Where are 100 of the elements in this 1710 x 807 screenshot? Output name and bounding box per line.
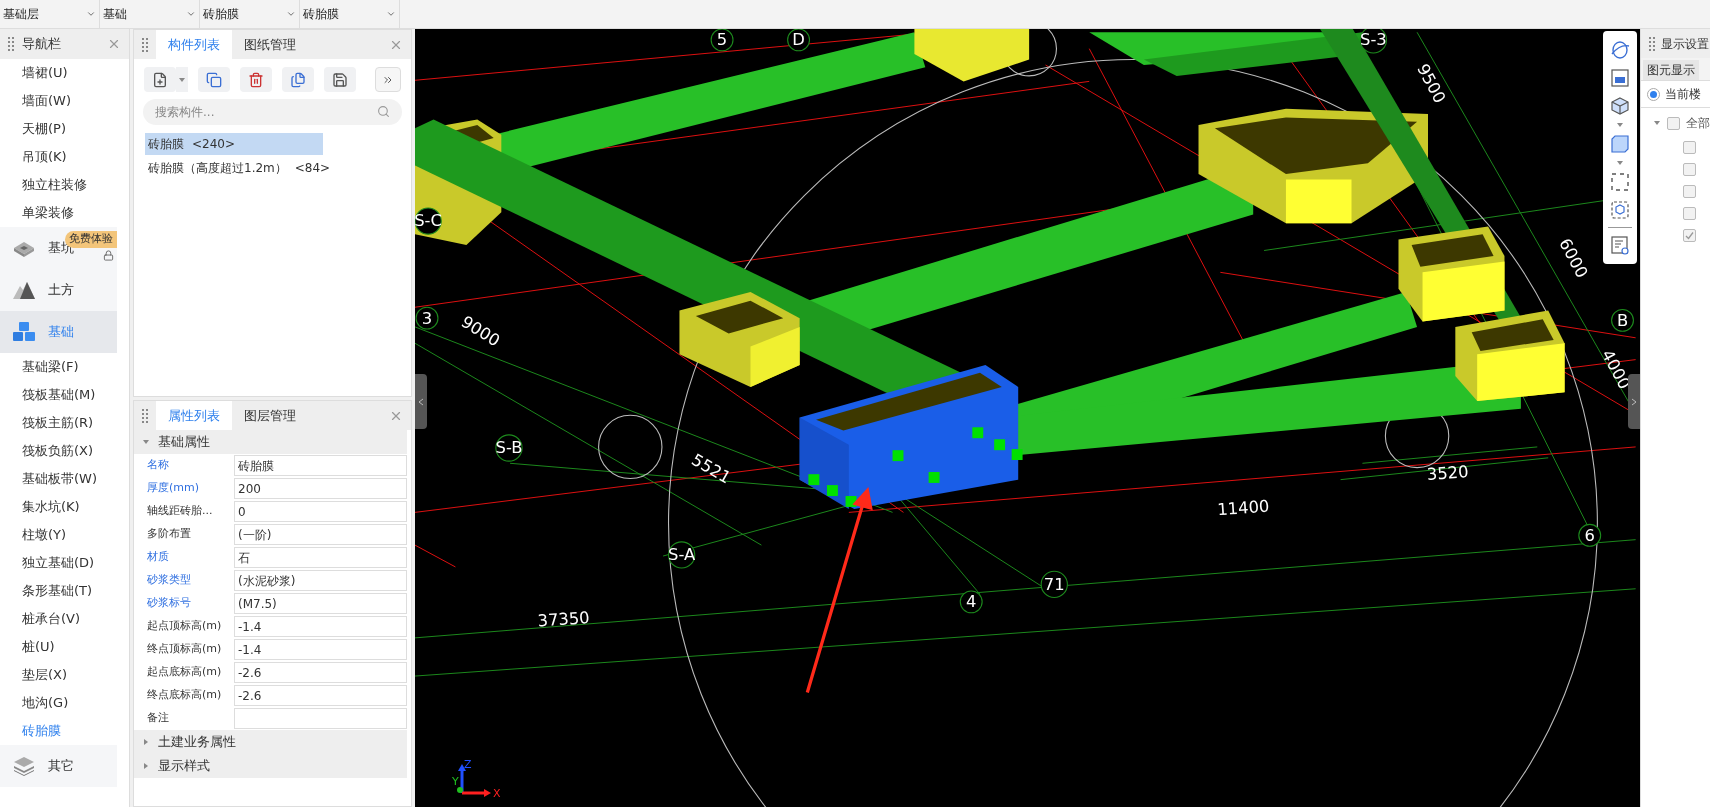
property-value-field[interactable]: (M7.5) bbox=[234, 593, 407, 614]
new-button[interactable] bbox=[144, 67, 176, 92]
property-value-field[interactable]: (水泥砂浆) bbox=[234, 570, 407, 591]
nav-item[interactable]: 独立柱装修 bbox=[0, 171, 129, 199]
panel-tab[interactable]: 属性列表 bbox=[156, 401, 232, 430]
nav-item[interactable]: 地沟(G) bbox=[0, 689, 129, 717]
section-header[interactable]: 土建业务属性 bbox=[134, 730, 407, 754]
save-button[interactable] bbox=[324, 67, 356, 92]
drag-handle-icon[interactable] bbox=[142, 37, 148, 52]
property-label: 轴线距砖胎... bbox=[146, 503, 214, 520]
property-value-field[interactable]: 砖胎膜 bbox=[234, 455, 407, 476]
nav-group-label: 基础 bbox=[48, 323, 74, 342]
checkbox[interactable] bbox=[1683, 141, 1696, 154]
search-field[interactable]: 搜索构件... bbox=[143, 99, 402, 125]
drag-handle-icon[interactable] bbox=[8, 37, 14, 51]
nav-item[interactable]: 筏板负筋(X) bbox=[0, 437, 129, 465]
dropdown-button[interactable] bbox=[176, 67, 188, 92]
caret-icon[interactable] bbox=[1616, 159, 1624, 167]
dimension-label: 6000 bbox=[1555, 235, 1592, 281]
nav-item[interactable]: 集水坑(K) bbox=[0, 493, 129, 521]
caret-icon[interactable] bbox=[142, 438, 150, 446]
nav-item[interactable]: 独立基础(D) bbox=[0, 549, 129, 577]
checkbox[interactable] bbox=[1667, 116, 1680, 130]
component-list-item[interactable]: 砖胎膜 <240> bbox=[145, 133, 323, 155]
checkbox[interactable] bbox=[1683, 163, 1696, 176]
collapse-handle[interactable] bbox=[415, 374, 427, 429]
grid-axis-label: S-A bbox=[667, 541, 696, 569]
property-label: 备注 bbox=[146, 710, 170, 727]
grid-axis-label: S-C bbox=[415, 207, 442, 235]
grid-axis-label: 5 bbox=[710, 29, 734, 52]
property-value-field[interactable]: 200 bbox=[234, 478, 407, 499]
grid-axis-label: D bbox=[787, 29, 811, 52]
caret-icon[interactable] bbox=[178, 75, 186, 84]
layers-icon bbox=[12, 756, 36, 776]
property-value-field[interactable]: -2.6 bbox=[234, 685, 407, 706]
dropdown-field[interactable]: 基础 bbox=[100, 0, 200, 28]
nav-item[interactable]: 垫层(X) bbox=[0, 661, 129, 689]
nav-item[interactable]: 墙裙(U) bbox=[0, 59, 129, 87]
close-icon[interactable] bbox=[107, 37, 121, 51]
nav-item[interactable]: 基础梁(F) bbox=[0, 353, 129, 381]
delete-button[interactable] bbox=[240, 67, 272, 92]
panel-title: 显示设置 bbox=[1661, 35, 1709, 53]
nav-item[interactable]: 筏板主筋(R) bbox=[0, 409, 129, 437]
grid-axis-label: S-3 bbox=[1359, 29, 1388, 54]
panel-tab[interactable]: 图元显示 bbox=[1643, 60, 1699, 80]
nav-item[interactable]: 砖胎膜 bbox=[0, 717, 129, 745]
property-value-field[interactable] bbox=[234, 708, 407, 729]
property-value-field[interactable]: 0 bbox=[234, 501, 407, 522]
nav-group[interactable]: 土方 bbox=[0, 269, 117, 311]
panel-tab[interactable]: 构件列表 bbox=[156, 30, 232, 59]
nav-item[interactable]: 桩承台(V) bbox=[0, 605, 129, 633]
new-file-icon bbox=[152, 71, 168, 88]
dropdown-field[interactable]: 砖胎膜 bbox=[200, 0, 300, 28]
panel-tab[interactable]: 图层管理 bbox=[232, 401, 308, 430]
nav-item[interactable]: 墙面(W) bbox=[0, 87, 129, 115]
property-value-field[interactable]: -1.4 bbox=[234, 616, 407, 637]
nav-item[interactable]: 天棚(P) bbox=[0, 115, 129, 143]
dimension-label: 11400 bbox=[1216, 496, 1270, 520]
copy-button[interactable] bbox=[198, 67, 230, 92]
dimension-label: 37350 bbox=[536, 608, 591, 631]
search-icon[interactable] bbox=[377, 105, 390, 118]
nav-item[interactable]: 桩(U) bbox=[0, 633, 129, 661]
mountain-icon bbox=[12, 280, 36, 300]
checkbox[interactable] bbox=[1683, 207, 1696, 220]
panel-tab[interactable]: 图纸管理 bbox=[232, 30, 308, 59]
property-value-field[interactable]: -1.4 bbox=[234, 639, 407, 660]
component-list-item[interactable]: 砖胎膜（高度超过1.2m） <84> bbox=[145, 157, 334, 179]
checkbox[interactable] bbox=[1683, 229, 1696, 242]
more-button[interactable] bbox=[375, 67, 401, 92]
caret-icon bbox=[86, 9, 96, 19]
dropdown-field[interactable]: 基础层 bbox=[0, 0, 100, 28]
duplicate-button[interactable] bbox=[282, 67, 314, 92]
property-value-field[interactable]: (一阶) bbox=[234, 524, 407, 545]
nav-item[interactable]: 条形基础(T) bbox=[0, 577, 129, 605]
caret-icon[interactable] bbox=[1616, 121, 1624, 129]
caret-icon[interactable] bbox=[142, 762, 150, 770]
nav-item[interactable]: 筏板基础(M) bbox=[0, 381, 129, 409]
expand-handle[interactable] bbox=[1628, 374, 1640, 429]
panel-title: 导航栏 bbox=[22, 35, 61, 54]
property-value-field[interactable]: -2.6 bbox=[234, 662, 407, 683]
grid-axis-label: 71 bbox=[1040, 570, 1068, 599]
checkbox[interactable] bbox=[1683, 185, 1696, 198]
property-label: 名称 bbox=[146, 457, 170, 474]
property-label: 砂浆类型 bbox=[146, 572, 192, 589]
drag-handle-icon[interactable] bbox=[1649, 36, 1655, 51]
nav-group[interactable]: 其它 bbox=[0, 745, 117, 787]
grid-axis-label: 3 bbox=[415, 306, 439, 330]
axis-triad-drawing: Z Y X bbox=[450, 759, 502, 799]
nav-item[interactable]: 单梁装修 bbox=[0, 199, 129, 227]
dimension-label: 3520 bbox=[1426, 462, 1470, 484]
nav-item[interactable]: 吊顶(K) bbox=[0, 143, 129, 171]
section-header[interactable]: 基础属性 bbox=[134, 430, 407, 454]
drag-handle-icon[interactable] bbox=[142, 408, 148, 423]
nav-item[interactable]: 柱墩(Y) bbox=[0, 521, 129, 549]
caret-icon[interactable] bbox=[142, 738, 150, 746]
nav-item[interactable]: 基础板带(W) bbox=[0, 465, 129, 493]
section-header[interactable]: 显示样式 bbox=[134, 754, 407, 778]
property-value-field[interactable]: 石 bbox=[234, 547, 407, 568]
caret-icon[interactable] bbox=[1653, 119, 1661, 127]
dropdown-field[interactable]: 砖胎膜 bbox=[300, 0, 400, 28]
